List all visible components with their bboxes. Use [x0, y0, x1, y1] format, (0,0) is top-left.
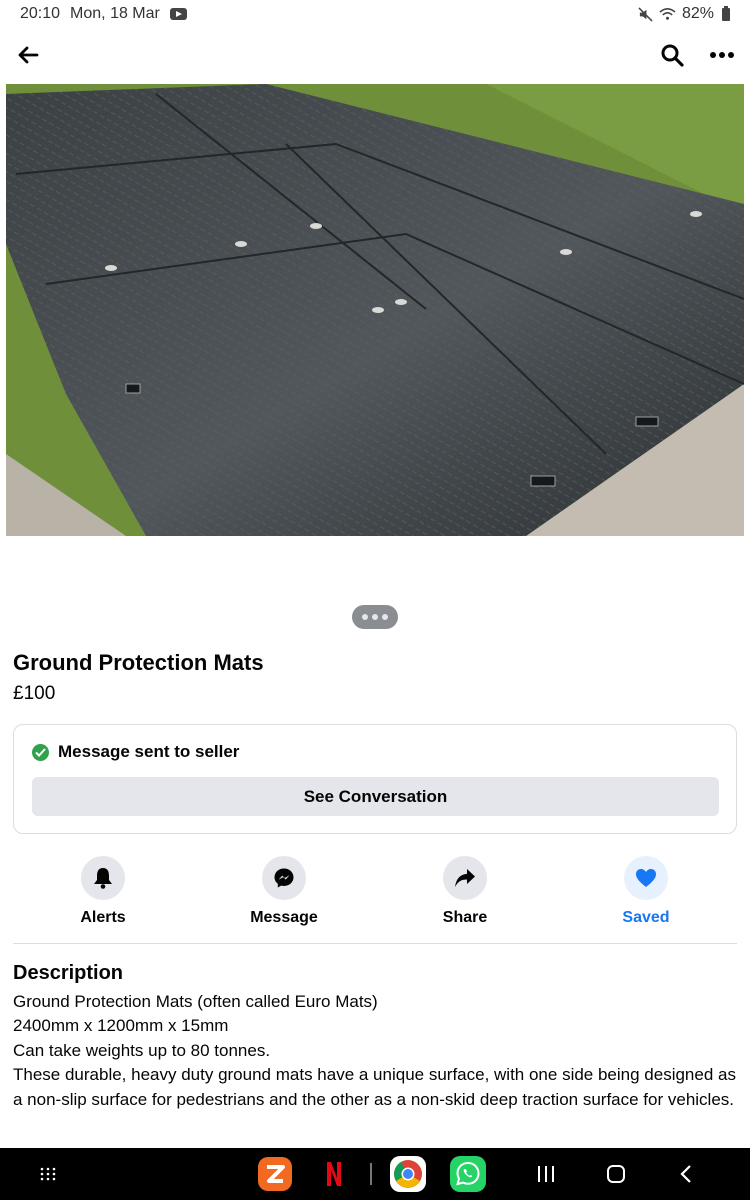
apps-grid-icon [40, 1167, 56, 1181]
back-button-system[interactable] [672, 1148, 700, 1200]
alerts-circle [81, 856, 125, 900]
back-arrow-icon [18, 46, 39, 64]
status-left: 20:10 Mon, 18 Mar [20, 5, 187, 23]
home-icon [607, 1165, 625, 1183]
status-right: 82% [638, 5, 730, 23]
status-time: 20:10 [20, 5, 61, 22]
app-z-icon [258, 1157, 292, 1191]
pager-dot [362, 614, 368, 620]
message-circle [262, 856, 306, 900]
message-label: Message [250, 909, 318, 926]
pager-dot [372, 614, 378, 620]
share-arrow-icon [455, 869, 475, 887]
listing-price: £100 [13, 683, 56, 704]
description-line: Ground Protection Mats (often called Eur… [13, 992, 378, 1011]
search-icon [661, 44, 684, 67]
more-options-icon [710, 52, 734, 58]
alerts-action[interactable]: Alerts [43, 856, 163, 927]
back-icon [680, 1165, 691, 1183]
heart-icon [636, 869, 656, 887]
app-z-button[interactable] [256, 1148, 294, 1200]
app-bar-right [658, 41, 736, 69]
app-bar [0, 28, 750, 82]
battery-icon [722, 5, 730, 21]
messenger-icon [274, 868, 294, 888]
pager-dot [382, 614, 388, 620]
share-label: Share [442, 909, 488, 926]
description-text: Ground Protection Mats (often called Eur… [13, 990, 737, 1112]
whatsapp-button[interactable] [448, 1148, 488, 1200]
check-circle-icon [32, 743, 49, 761]
apps-grid-button[interactable] [34, 1148, 62, 1200]
listing-title: Ground Protection Mats [13, 650, 264, 675]
description-line: 2400mm x 1200mm x 15mm [13, 1016, 229, 1036]
recents-icon [538, 1166, 554, 1182]
status-date: Mon, 18 Mar [70, 5, 160, 22]
dock-separator [368, 1148, 374, 1200]
message-action[interactable]: Message [224, 856, 344, 927]
mute-icon [638, 6, 653, 22]
netflix-icon [327, 1162, 341, 1186]
message-status: Message sent to seller [32, 742, 239, 762]
netflix-button[interactable] [322, 1148, 346, 1200]
description-line: Can take weights up to 80 tonnes. [13, 1040, 271, 1060]
saved-circle [624, 856, 668, 900]
saved-action[interactable]: Saved [586, 856, 706, 927]
back-button[interactable] [14, 41, 42, 69]
more-options-button[interactable] [708, 41, 736, 69]
message-sent-card: Message sent to seller See Conversation [13, 724, 737, 834]
action-row: Alerts Message Share Saved [13, 856, 737, 932]
see-conversation-button[interactable]: See Conversation [32, 777, 719, 816]
description-heading: Description [13, 962, 124, 984]
description-line: These durable, heavy duty ground mats ha… [13, 1065, 736, 1109]
message-status-text: Message sent to seller [58, 742, 240, 761]
chrome-icon [390, 1156, 426, 1192]
home-button[interactable] [602, 1148, 630, 1200]
chrome-button[interactable] [388, 1148, 428, 1200]
system-nav-bar [0, 1148, 750, 1200]
status-bar: 20:10 Mon, 18 Mar 82% [0, 0, 750, 28]
battery-percent: 82% [681, 5, 714, 22]
image-pager[interactable] [352, 605, 398, 629]
listing-photo[interactable] [6, 84, 744, 536]
alerts-label: Alerts [80, 909, 126, 926]
wifi-icon [659, 8, 676, 20]
search-button[interactable] [658, 41, 686, 69]
recents-button[interactable] [532, 1148, 560, 1200]
youtube-icon [169, 8, 187, 20]
bell-icon [94, 868, 112, 889]
share-action[interactable]: Share [405, 856, 525, 927]
ground-mats-image [6, 84, 744, 536]
whatsapp-icon [450, 1156, 486, 1192]
saved-label: Saved [622, 909, 670, 926]
share-circle [443, 856, 487, 900]
section-divider [13, 943, 737, 944]
